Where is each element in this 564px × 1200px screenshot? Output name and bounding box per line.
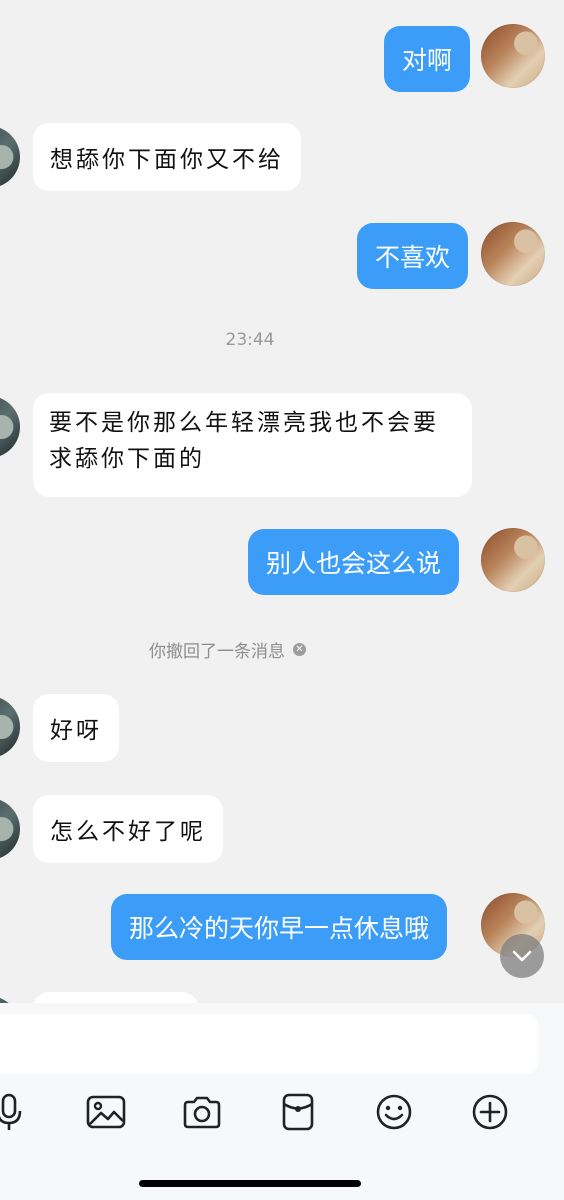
microphone-icon[interactable] [0, 1090, 31, 1134]
image-icon[interactable] [84, 1090, 128, 1134]
avatar-self[interactable] [481, 24, 545, 88]
timestamp: 23:44 [225, 330, 275, 350]
message-input[interactable] [0, 1014, 538, 1074]
message-text: 别人也会这么说 [266, 549, 442, 578]
chevron-down-icon [512, 950, 532, 962]
message-bubble-incoming[interactable]: 怎么不好了呢 [33, 795, 223, 863]
message-text: 那么冷的天你早一点休息哦 [129, 914, 430, 943]
message-bubble-outgoing[interactable]: 别人也会这么说 [248, 529, 460, 595]
message-text: 怎么不好了呢 [50, 819, 206, 845]
message-text: 对啊 [402, 46, 453, 75]
avatar-contact[interactable] [0, 798, 20, 860]
message-bubble-incoming[interactable]: 要不是你那么年轻漂亮我也不会要 求舔你下面的 [33, 393, 472, 497]
avatar-contact[interactable] [0, 396, 20, 458]
message-bubble-outgoing[interactable]: 对啊 [384, 26, 471, 92]
message-text-line: 求舔你下面的 [49, 446, 205, 472]
message-text: 不喜欢 [375, 243, 451, 272]
close-circle-icon[interactable]: ✕ [293, 643, 306, 656]
avatar-contact[interactable] [0, 126, 20, 188]
home-indicator [139, 1180, 361, 1187]
message-bubble-incoming[interactable]: 想舔你下面你又不给 [33, 123, 301, 191]
input-toolbar [0, 1090, 564, 1134]
emoji-icon[interactable] [372, 1090, 416, 1134]
message-text: 想舔你下面你又不给 [50, 147, 284, 173]
red-packet-icon[interactable] [276, 1090, 320, 1134]
avatar-self[interactable] [481, 222, 545, 286]
chat-area[interactable]: 对啊 想舔你下面你又不给 不喜欢 23:44 要不是你那么年轻漂亮我也不会要 求… [0, 0, 564, 1003]
avatar-contact[interactable] [0, 996, 20, 1003]
plus-icon[interactable] [468, 1090, 512, 1134]
scroll-to-bottom-button[interactable] [500, 934, 544, 978]
avatar-self[interactable] [481, 528, 545, 592]
camera-icon[interactable] [180, 1090, 224, 1134]
recall-notice: 你撤回了一条消息 ✕ [149, 637, 306, 662]
message-bubble-incoming[interactable] [33, 992, 198, 1003]
message-bubble-outgoing[interactable]: 那么冷的天你早一点休息哦 [111, 894, 448, 960]
recall-notice-text: 你撤回了一条消息 [149, 642, 285, 662]
avatar-contact[interactable] [0, 696, 20, 758]
message-text: 好呀 [50, 718, 102, 744]
message-bubble-outgoing[interactable]: 不喜欢 [357, 223, 469, 289]
message-bubble-incoming[interactable]: 好呀 [33, 694, 119, 762]
message-text-line: 要不是你那么年轻漂亮我也不会要 [49, 410, 439, 436]
